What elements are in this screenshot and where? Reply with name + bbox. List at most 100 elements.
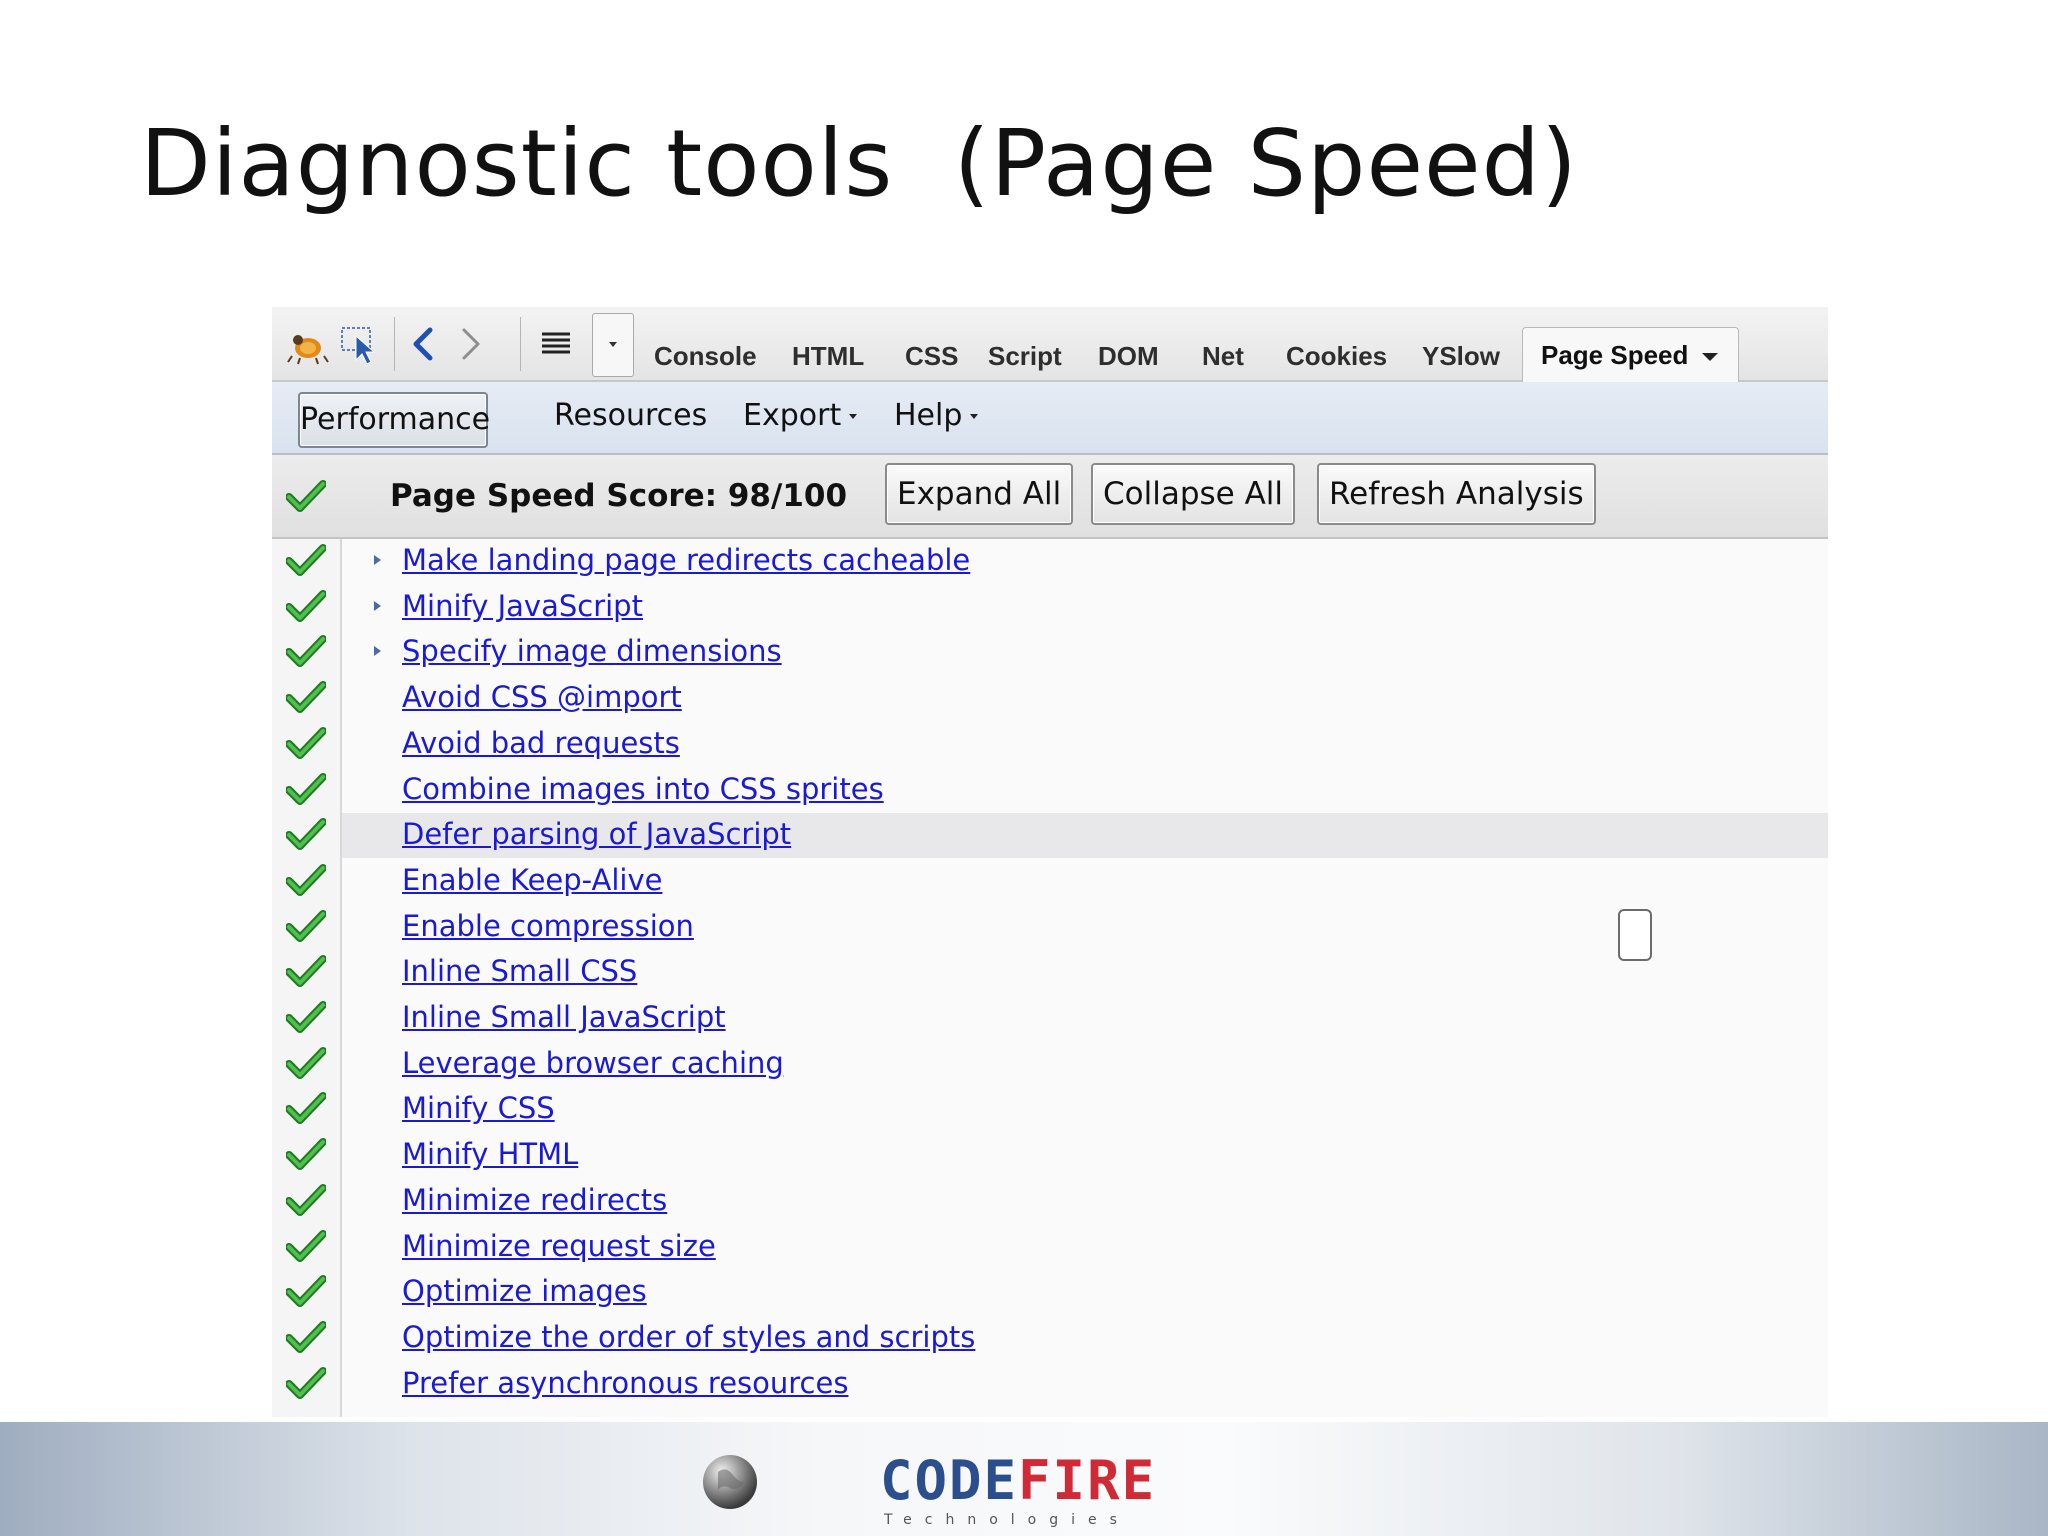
rule-link[interactable]: Avoid CSS @import — [402, 680, 682, 714]
export-menu[interactable]: Export — [743, 398, 858, 433]
list-item[interactable]: Combine images into CSS sprites — [272, 768, 1828, 813]
tab-yslow[interactable]: YSlow — [1422, 341, 1500, 372]
check-icon — [286, 635, 326, 667]
check-icon — [286, 910, 326, 942]
check-icon — [286, 1321, 326, 1353]
tab-console[interactable]: Console — [654, 341, 757, 372]
rule-link[interactable]: Specify image dimensions — [402, 634, 782, 668]
rule-link[interactable]: Inline Small CSS — [402, 954, 637, 988]
logo-subtitle: Technologies — [884, 1512, 1130, 1528]
rule-link[interactable]: Leverage browser caching — [402, 1046, 784, 1080]
list-item[interactable]: Inline Small JavaScript — [272, 996, 1828, 1041]
tab-script[interactable]: Script — [988, 341, 1062, 372]
score-bar: Page Speed Score: 98/100 Expand All Coll… — [272, 455, 1828, 539]
check-icon — [286, 727, 326, 759]
tab-net[interactable]: Net — [1202, 341, 1244, 372]
check-icon — [286, 1275, 326, 1307]
list-item[interactable]: Enable Keep-Alive — [272, 859, 1828, 904]
pagespeed-menu-bar: Performance Resources Export Help — [272, 382, 1828, 455]
collapse-all-button[interactable]: Collapse All — [1091, 463, 1296, 525]
firebug-toolbar: Console HTML CSS Script DOM Net Cookies … — [272, 307, 1828, 382]
check-icon — [286, 818, 326, 850]
footer: CODEFIRE Technologies — [0, 1422, 2048, 1536]
chevron-down-icon — [970, 414, 979, 419]
rule-link[interactable]: Minimize redirects — [402, 1183, 667, 1217]
expand-arrow-icon[interactable] — [374, 646, 381, 656]
check-icon — [286, 681, 326, 713]
export-label: Export — [743, 398, 842, 433]
dropdown-icon[interactable] — [592, 313, 634, 377]
performance-button[interactable]: Performance — [298, 392, 490, 448]
firebug-icon[interactable] — [286, 322, 330, 366]
inspect-icon[interactable] — [338, 322, 382, 366]
tab-dom[interactable]: DOM — [1098, 341, 1159, 372]
tab-page-speed-label: Page Speed — [1541, 340, 1689, 370]
list-item[interactable]: Minimize request size — [272, 1225, 1828, 1270]
rule-link[interactable]: Optimize images — [402, 1274, 647, 1308]
rule-link[interactable]: Optimize the order of styles and scripts — [402, 1320, 975, 1354]
check-icon — [286, 1230, 326, 1262]
rules-list: Make landing page redirects cacheable Min… — [272, 539, 1828, 1417]
check-icon — [286, 544, 326, 576]
check-icon — [286, 480, 326, 512]
rule-link[interactable]: Defer parsing of JavaScript — [402, 817, 791, 851]
checkbox[interactable] — [1618, 909, 1652, 961]
rule-link[interactable]: Minify HTML — [402, 1137, 578, 1171]
list-item[interactable]: Inline Small CSS — [272, 950, 1828, 995]
firebug-window: Console HTML CSS Script DOM Net Cookies … — [272, 307, 1828, 1417]
slide-title: Diagnostic tools (Page Speed) — [140, 110, 1578, 217]
rule-link[interactable]: Combine images into CSS sprites — [402, 772, 884, 806]
list-item[interactable]: Minify JavaScript — [272, 585, 1828, 630]
check-icon — [286, 1047, 326, 1079]
check-icon — [286, 1184, 326, 1216]
list-item[interactable]: Specify image dimensions — [272, 630, 1828, 675]
expand-all-button[interactable]: Expand All — [885, 463, 1074, 525]
list-item[interactable]: Minify CSS — [272, 1087, 1828, 1132]
expand-arrow-icon[interactable] — [374, 555, 381, 565]
list-item[interactable]: Leverage browser caching — [272, 1042, 1828, 1087]
list-item[interactable]: Minify HTML — [272, 1133, 1828, 1178]
tab-page-speed[interactable]: Page Speed — [1522, 327, 1740, 382]
rule-link[interactable]: Prefer asynchronous resources — [402, 1366, 848, 1400]
logo-fire: FIRE — [1018, 1449, 1157, 1512]
check-icon — [286, 590, 326, 622]
expand-arrow-icon[interactable] — [374, 601, 381, 611]
list-icon[interactable] — [534, 322, 578, 366]
globe-icon — [703, 1455, 757, 1509]
list-item[interactable]: Avoid bad requests — [272, 722, 1828, 767]
rule-link[interactable]: Minify CSS — [402, 1091, 555, 1125]
refresh-analysis-button[interactable]: Refresh Analysis — [1317, 463, 1596, 525]
chevron-down-icon — [849, 414, 858, 419]
forward-icon[interactable] — [448, 322, 492, 366]
resources-button[interactable]: Resources — [554, 398, 707, 433]
tab-cookies[interactable]: Cookies — [1286, 341, 1387, 372]
check-icon — [286, 773, 326, 805]
list-item[interactable]: Defer parsing of JavaScript — [272, 813, 1828, 858]
tab-html[interactable]: HTML — [792, 341, 864, 372]
list-item[interactable]: Minimize redirects — [272, 1179, 1828, 1224]
rule-link[interactable]: Minimize request size — [402, 1229, 716, 1263]
rule-link[interactable]: Enable compression — [402, 909, 694, 943]
list-item[interactable]: Make landing page redirects cacheable — [272, 539, 1828, 584]
back-icon[interactable] — [402, 322, 446, 366]
rule-link[interactable]: Inline Small JavaScript — [402, 1000, 726, 1034]
list-item[interactable]: Optimize images — [272, 1270, 1828, 1315]
list-item[interactable]: Optimize the order of styles and scripts — [272, 1316, 1828, 1361]
list-item[interactable]: Enable compression — [272, 905, 1828, 950]
check-icon — [286, 1092, 326, 1124]
rule-link[interactable]: Make landing page redirects cacheable — [402, 543, 970, 577]
rule-link[interactable]: Minify JavaScript — [402, 589, 643, 623]
rule-link[interactable]: Enable Keep-Alive — [402, 863, 662, 897]
check-icon — [286, 1138, 326, 1170]
check-icon — [286, 864, 326, 896]
help-menu[interactable]: Help — [894, 398, 979, 433]
check-icon — [286, 1367, 326, 1399]
codefire-logo: CODEFIRE — [880, 1454, 1156, 1508]
tab-css[interactable]: CSS — [905, 341, 958, 372]
help-label: Help — [894, 398, 963, 433]
list-item[interactable]: Avoid CSS @import — [272, 676, 1828, 721]
check-icon — [286, 955, 326, 987]
rule-link[interactable]: Avoid bad requests — [402, 726, 680, 760]
list-item[interactable]: Prefer asynchronous resources — [272, 1362, 1828, 1407]
logo-code: CODE — [880, 1449, 1019, 1512]
